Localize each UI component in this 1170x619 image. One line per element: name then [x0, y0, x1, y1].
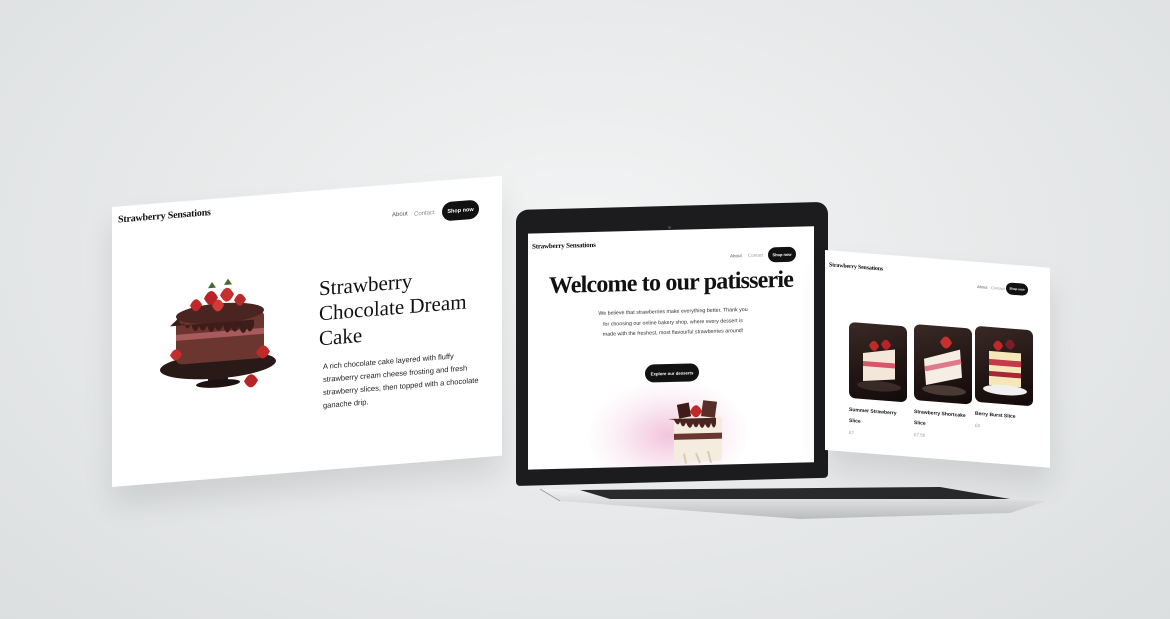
brand-logo[interactable]: Strawberry Sensations [118, 207, 211, 225]
brand-logo[interactable]: Strawberry Sensations [829, 262, 883, 272]
nav-about-link[interactable]: About [977, 284, 987, 290]
product-photo[interactable] [914, 324, 972, 405]
product-price: £7.50 [914, 432, 926, 438]
chocolate-strawberry-cake-icon [160, 278, 276, 388]
nav-contact-link[interactable]: Contact [414, 210, 435, 218]
product-card[interactable]: Summer Strawberry Slice £7 [849, 321, 907, 440]
shop-now-button[interactable]: Shop now [1006, 282, 1028, 296]
strawberry-dessert-icon [668, 400, 722, 464]
laptop-base [540, 487, 1046, 519]
laptop-frame: Strawberry Sensations About Contact Shop… [516, 201, 828, 486]
home-page-mockup: Strawberry Sensations About Contact Shop… [528, 226, 814, 470]
product-title: Strawberry Chocolate Dream Cake [319, 264, 469, 351]
shop-page-mockup: Strawberry Sensations About Contact Shop… [825, 250, 1050, 468]
product-description: A rich chocolate cake layered with fluff… [323, 351, 479, 411]
hero-intro-text: We believe that strawberries make everyt… [598, 306, 748, 338]
nav-about-link[interactable]: About [730, 253, 742, 258]
hero-headline: Welcome to our patisserie [548, 266, 794, 300]
product-photo[interactable] [849, 321, 907, 403]
cake-slice-icon [857, 339, 901, 392]
product-price: £7 [849, 429, 855, 436]
shop-now-button[interactable]: Shop now [442, 199, 479, 222]
product-card[interactable]: Strawberry Shortcake Slice £7.50 [914, 324, 972, 442]
nav-about-link[interactable]: About [392, 211, 408, 218]
product-name: Strawberry Shortcake Slice [914, 409, 966, 427]
product-price: £8 [975, 422, 981, 429]
product-page-mockup: Strawberry Sensations About Contact Shop… [112, 175, 502, 487]
product-name: Summer Strawberry Slice [849, 406, 897, 425]
nav-contact-link[interactable]: Contact [748, 253, 764, 258]
product-photo[interactable] [975, 325, 1033, 407]
shop-now-button[interactable]: Shop now [768, 246, 796, 263]
brand-logo[interactable]: Strawberry Sensations [532, 241, 596, 251]
cake-slice-icon [983, 339, 1027, 396]
camera-icon [668, 225, 671, 230]
nav-contact-link[interactable]: Contact [991, 285, 1005, 291]
product-name: Berry Burst Slice [975, 410, 1016, 420]
cake-slice-icon [922, 336, 966, 396]
product-card[interactable]: Berry Burst Slice £8 [975, 325, 1033, 433]
